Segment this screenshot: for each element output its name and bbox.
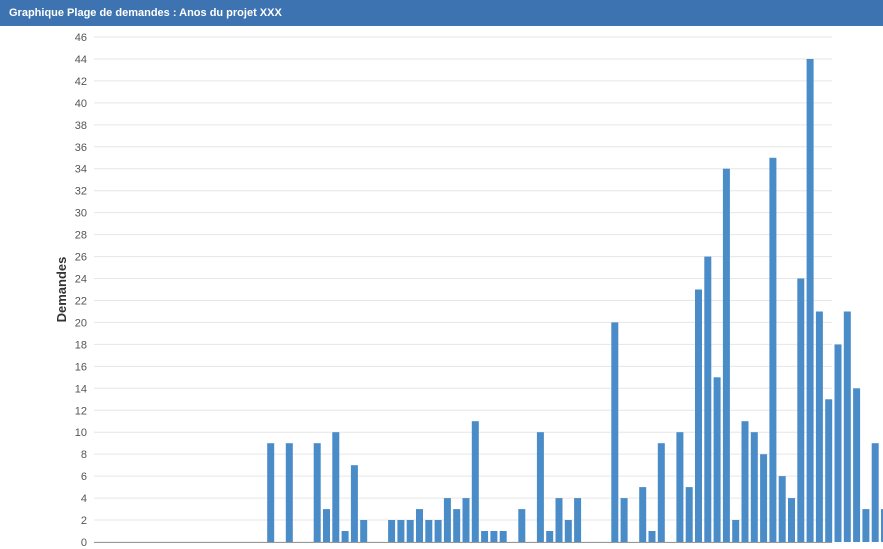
y-tick-label: 2 xyxy=(81,515,87,527)
y-axis-label: Demandes xyxy=(54,257,69,323)
y-tick-label: 38 xyxy=(75,120,87,132)
bar[interactable] xyxy=(425,520,433,542)
bar[interactable] xyxy=(862,509,870,542)
bar[interactable] xyxy=(323,509,330,542)
bar[interactable] xyxy=(853,388,861,542)
bar[interactable] xyxy=(871,443,879,542)
bar[interactable] xyxy=(843,311,851,543)
bar[interactable] xyxy=(685,487,693,542)
bar[interactable] xyxy=(741,421,749,542)
bar[interactable] xyxy=(713,377,721,542)
y-tick-label: 28 xyxy=(75,230,87,242)
y-tick-label: 36 xyxy=(75,142,87,154)
bar[interactable] xyxy=(490,531,498,542)
bar[interactable] xyxy=(546,531,554,542)
y-tick-label: 16 xyxy=(75,361,87,373)
bar[interactable] xyxy=(797,278,805,543)
y-tick-label: 34 xyxy=(75,164,87,176)
bar[interactable] xyxy=(332,432,340,542)
y-axis-ticks: 0246810121416182022242628303234363840424… xyxy=(75,32,87,549)
y-tick-label: 44 xyxy=(75,54,87,66)
bar[interactable] xyxy=(750,432,758,542)
bar[interactable] xyxy=(388,520,396,542)
bar[interactable] xyxy=(518,509,526,542)
bar[interactable] xyxy=(676,432,684,542)
y-tick-label: 4 xyxy=(81,493,87,505)
bar[interactable] xyxy=(695,289,702,543)
bar[interactable] xyxy=(806,59,814,542)
bar[interactable] xyxy=(555,498,563,542)
bar[interactable] xyxy=(574,498,582,542)
bar[interactable] xyxy=(536,432,544,542)
bar[interactable] xyxy=(267,443,275,542)
bar[interactable] xyxy=(499,531,507,542)
bar[interactable] xyxy=(825,399,833,542)
bar[interactable] xyxy=(406,520,414,542)
bar-chart: 0246810121416182022242628303234363840424… xyxy=(54,32,883,549)
y-tick-label: 14 xyxy=(75,383,87,395)
bar[interactable] xyxy=(834,344,842,542)
bar[interactable] xyxy=(648,531,656,542)
bar[interactable] xyxy=(704,256,712,542)
bar[interactable] xyxy=(360,520,368,542)
grid-lines xyxy=(94,36,832,543)
bar[interactable] xyxy=(471,421,479,542)
bar[interactable] xyxy=(462,498,470,542)
bar[interactable] xyxy=(769,157,777,543)
bar[interactable] xyxy=(815,311,823,543)
bar[interactable] xyxy=(350,465,358,542)
bar[interactable] xyxy=(778,476,786,542)
bar[interactable] xyxy=(313,443,321,542)
y-tick-label: 24 xyxy=(75,274,87,286)
y-tick-label: 22 xyxy=(75,295,87,307)
bar[interactable] xyxy=(397,520,405,542)
y-tick-label: 12 xyxy=(75,405,87,417)
bar[interactable] xyxy=(760,454,768,542)
bar[interactable] xyxy=(443,498,451,542)
bar[interactable] xyxy=(722,168,730,542)
y-tick-label: 32 xyxy=(75,186,87,198)
bar[interactable] xyxy=(620,498,628,542)
y-tick-label: 40 xyxy=(75,98,87,110)
bar[interactable] xyxy=(611,322,619,542)
y-tick-label: 0 xyxy=(81,537,87,549)
bar[interactable] xyxy=(434,520,442,542)
bar[interactable] xyxy=(341,531,349,542)
bar[interactable] xyxy=(481,531,489,542)
bar[interactable] xyxy=(639,487,647,542)
y-tick-label: 10 xyxy=(75,427,87,439)
y-tick-label: 26 xyxy=(75,252,87,264)
bar[interactable] xyxy=(564,520,572,542)
y-tick-label: 8 xyxy=(81,449,87,461)
bar[interactable] xyxy=(732,520,740,542)
y-tick-label: 42 xyxy=(75,76,87,88)
y-tick-label: 20 xyxy=(75,317,87,329)
chart-panel: Graphique Plage de demandes : Anos du pr… xyxy=(0,0,883,549)
bar[interactable] xyxy=(788,498,795,542)
y-tick-label: 46 xyxy=(75,32,87,44)
y-tick-label: 6 xyxy=(81,471,87,483)
bar[interactable] xyxy=(453,509,461,542)
y-tick-label: 18 xyxy=(75,339,87,351)
bar[interactable] xyxy=(285,443,293,542)
bar[interactable] xyxy=(657,443,665,542)
y-tick-label: 30 xyxy=(75,208,87,220)
bar[interactable] xyxy=(416,509,423,542)
